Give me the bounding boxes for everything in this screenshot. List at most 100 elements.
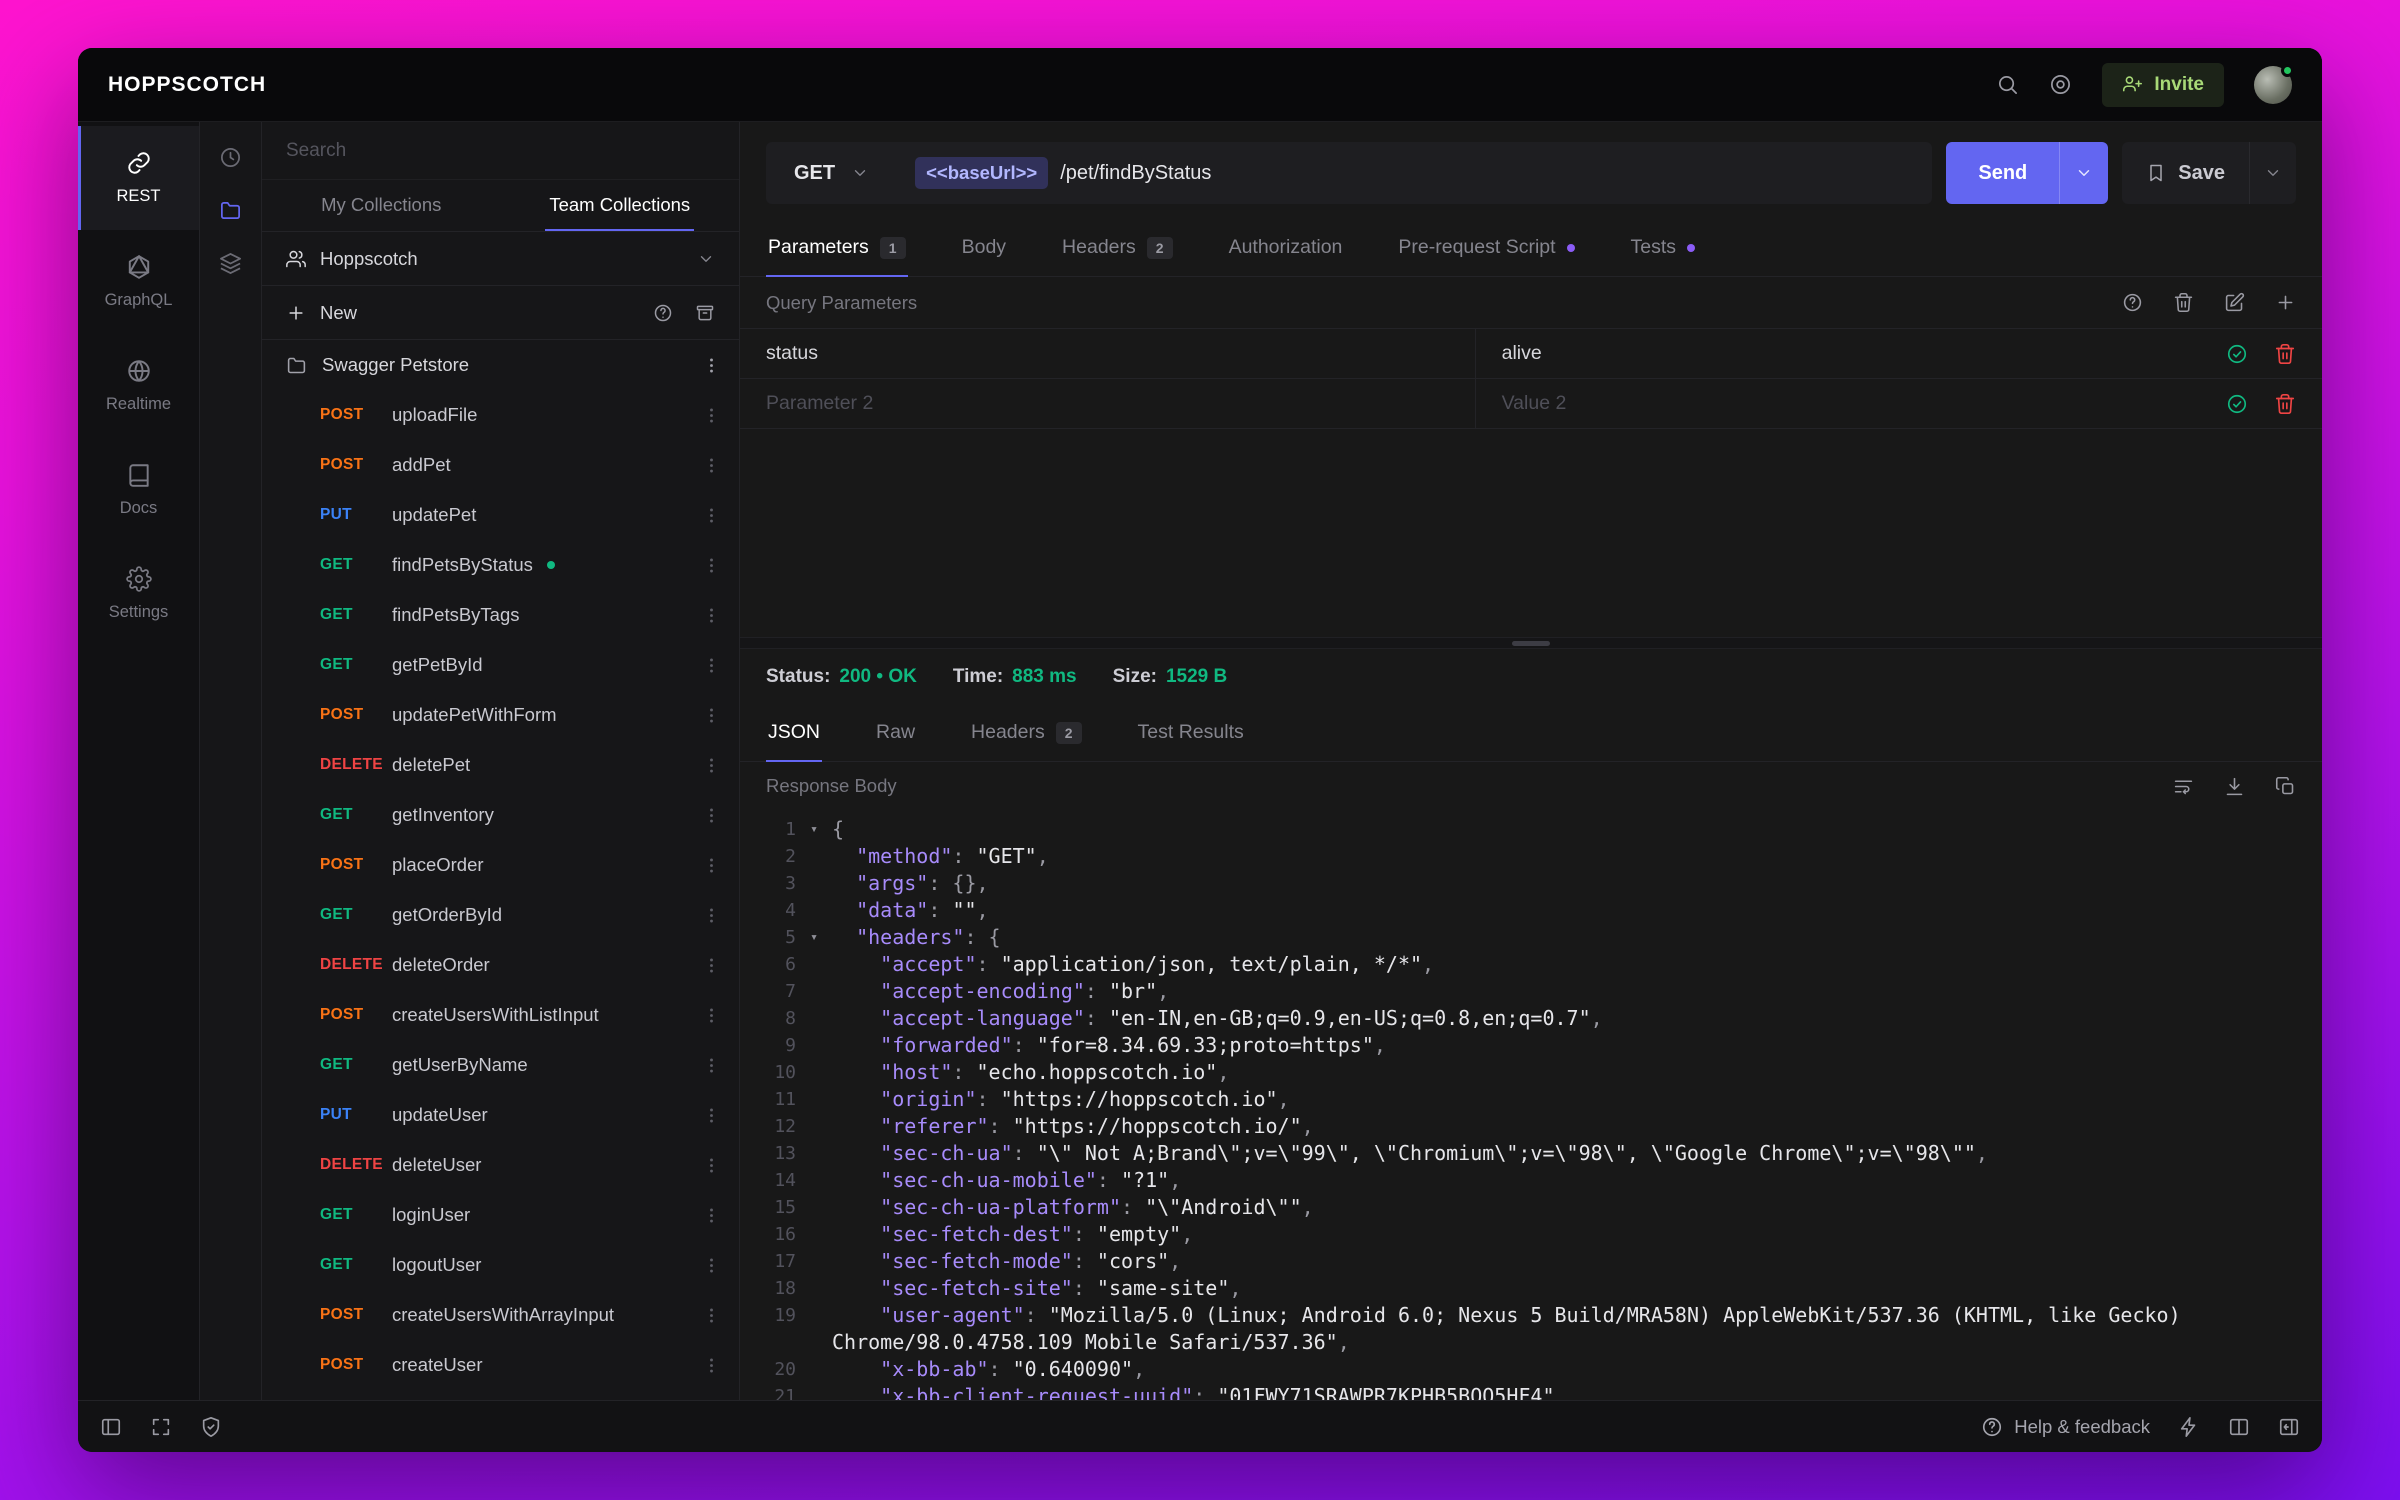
param-toggle-button[interactable]	[2226, 393, 2248, 415]
param-toggle-button[interactable]	[2226, 343, 2248, 365]
history-button[interactable]	[219, 146, 242, 169]
send-button[interactable]: Send	[1946, 142, 2059, 204]
response-code[interactable]: 1 ▾ { 2 "method": "GET", 3 "args": {}, 4…	[740, 810, 2322, 1400]
toggle-sidebar-button[interactable]	[100, 1416, 122, 1438]
request-menu-icon[interactable]	[702, 756, 721, 775]
collections-help-button[interactable]	[653, 303, 673, 323]
request-menu-icon[interactable]	[702, 456, 721, 475]
invite-button[interactable]: Invite	[2102, 62, 2224, 107]
save-button[interactable]: Save	[2122, 142, 2249, 204]
download-response-button[interactable]	[2224, 776, 2245, 797]
interceptor-button[interactable]	[200, 1416, 222, 1438]
request-menu-icon[interactable]	[702, 806, 721, 825]
request-menu-icon[interactable]	[702, 1056, 721, 1075]
request-item[interactable]: POST placeOrder	[262, 840, 739, 890]
request-menu-icon[interactable]	[702, 1306, 721, 1325]
param-delete-button[interactable]	[2274, 343, 2296, 365]
tab[interactable]: Raw	[874, 705, 917, 762]
params-clear-all-button[interactable]	[2173, 292, 2194, 313]
tab[interactable]: Test Results	[1136, 705, 1246, 762]
request-menu-icon[interactable]	[702, 956, 721, 975]
sidebar-item-rest[interactable]: REST	[78, 126, 199, 230]
tab[interactable]: Headers 2	[969, 705, 1084, 762]
param-key-input[interactable]: Parameter 2	[740, 379, 1476, 428]
request-item[interactable]: PUT updateUser	[262, 1090, 739, 1140]
request-menu-icon[interactable]	[702, 1156, 721, 1175]
expand-button[interactable]	[150, 1416, 172, 1438]
request-item[interactable]: GET getPetById	[262, 640, 739, 690]
tab[interactable]: Body	[960, 220, 1008, 277]
collection-tree[interactable]: Swagger Petstore POST uploadFile POST ad…	[262, 340, 739, 1400]
request-menu-icon[interactable]	[702, 406, 721, 425]
help-feedback-button[interactable]: Help & feedback	[1981, 1416, 2150, 1438]
send-options-button[interactable]	[2059, 142, 2108, 204]
request-item[interactable]: PUT updatePet	[262, 490, 739, 540]
tab[interactable]: Pre-request Script	[1396, 220, 1576, 277]
search-button[interactable]	[1996, 73, 2019, 96]
request-item[interactable]: GET findPetsByStatus	[262, 540, 739, 590]
folder-menu-icon[interactable]	[702, 356, 721, 375]
request-item[interactable]: GET findPetsByTags	[262, 590, 739, 640]
support-button[interactable]	[2049, 73, 2072, 96]
request-item[interactable]: POST createUsersWithListInput	[262, 990, 739, 1040]
collections-search[interactable]	[262, 122, 739, 180]
sidebar-item-realtime[interactable]: Realtime	[78, 334, 199, 438]
sidebar-item-settings[interactable]: Settings	[78, 542, 199, 646]
request-item[interactable]: GET logoutUser	[262, 1240, 739, 1290]
request-menu-icon[interactable]	[702, 606, 721, 625]
toggle-right-panel-button[interactable]	[2278, 1416, 2300, 1438]
param-value-input[interactable]: alive	[1476, 342, 2226, 365]
request-item[interactable]: DELETE deletePet	[262, 740, 739, 790]
fold-arrow-icon[interactable]: ▾	[796, 924, 832, 951]
params-bulk-edit-button[interactable]	[2224, 292, 2245, 313]
request-item[interactable]: DELETE deleteOrder	[262, 940, 739, 990]
params-help-button[interactable]	[2122, 292, 2143, 313]
search-input[interactable]	[286, 139, 715, 162]
request-item[interactable]: POST updatePetWithForm	[262, 690, 739, 740]
request-menu-icon[interactable]	[702, 1256, 721, 1275]
request-menu-icon[interactable]	[702, 506, 721, 525]
params-add-button[interactable]	[2275, 292, 2296, 313]
request-menu-icon[interactable]	[702, 1006, 721, 1025]
param-value-input[interactable]: Value 2	[1476, 392, 2226, 415]
tab-team-collections[interactable]: Team Collections	[501, 180, 740, 231]
request-menu-icon[interactable]	[702, 1106, 721, 1125]
tab[interactable]: Headers 2	[1060, 220, 1175, 277]
request-menu-icon[interactable]	[702, 656, 721, 675]
request-menu-icon[interactable]	[702, 906, 721, 925]
request-menu-icon[interactable]	[702, 706, 721, 725]
method-select[interactable]: GET	[766, 142, 897, 204]
request-item[interactable]: GET getOrderById	[262, 890, 739, 940]
wrap-lines-button[interactable]	[2173, 776, 2194, 797]
collection-folder[interactable]: Swagger Petstore	[262, 340, 739, 390]
request-item[interactable]: GET getInventory	[262, 790, 739, 840]
request-item[interactable]: DELETE deleteUser	[262, 1140, 739, 1190]
copy-response-button[interactable]	[2275, 776, 2296, 797]
request-item[interactable]: POST createUsersWithArrayInput	[262, 1290, 739, 1340]
shortcuts-button[interactable]	[2178, 1416, 2200, 1438]
tab-my-collections[interactable]: My Collections	[262, 180, 501, 231]
request-menu-icon[interactable]	[702, 556, 721, 575]
tab[interactable]: Authorization	[1227, 220, 1345, 277]
param-key-input[interactable]: status	[740, 329, 1476, 378]
fold-arrow-icon[interactable]: ▾	[796, 816, 832, 843]
sidebar-item-docs[interactable]: Docs	[78, 438, 199, 542]
save-options-button[interactable]	[2249, 142, 2296, 204]
url-input[interactable]: <<baseUrl>> /pet/findByStatus	[897, 157, 1229, 189]
url-box[interactable]: GET <<baseUrl>> /pet/findByStatus	[766, 142, 1933, 204]
collections-button[interactable]	[219, 199, 242, 222]
request-menu-icon[interactable]	[702, 1206, 721, 1225]
import-export-button[interactable]	[695, 303, 715, 323]
avatar[interactable]	[2254, 63, 2294, 104]
environments-button[interactable]	[219, 252, 242, 275]
request-menu-icon[interactable]	[702, 1356, 721, 1375]
pane-resizer[interactable]	[740, 637, 2322, 649]
request-item[interactable]: POST createUser	[262, 1340, 739, 1390]
tab[interactable]: Tests	[1629, 220, 1698, 277]
new-label[interactable]: New	[320, 302, 357, 324]
request-item[interactable]: GET loginUser	[262, 1190, 739, 1240]
request-item[interactable]: GET getUserByName	[262, 1040, 739, 1090]
request-item[interactable]: POST uploadFile	[262, 390, 739, 440]
tab[interactable]: JSON	[766, 705, 823, 762]
team-selector[interactable]: Hoppscotch	[262, 232, 739, 286]
